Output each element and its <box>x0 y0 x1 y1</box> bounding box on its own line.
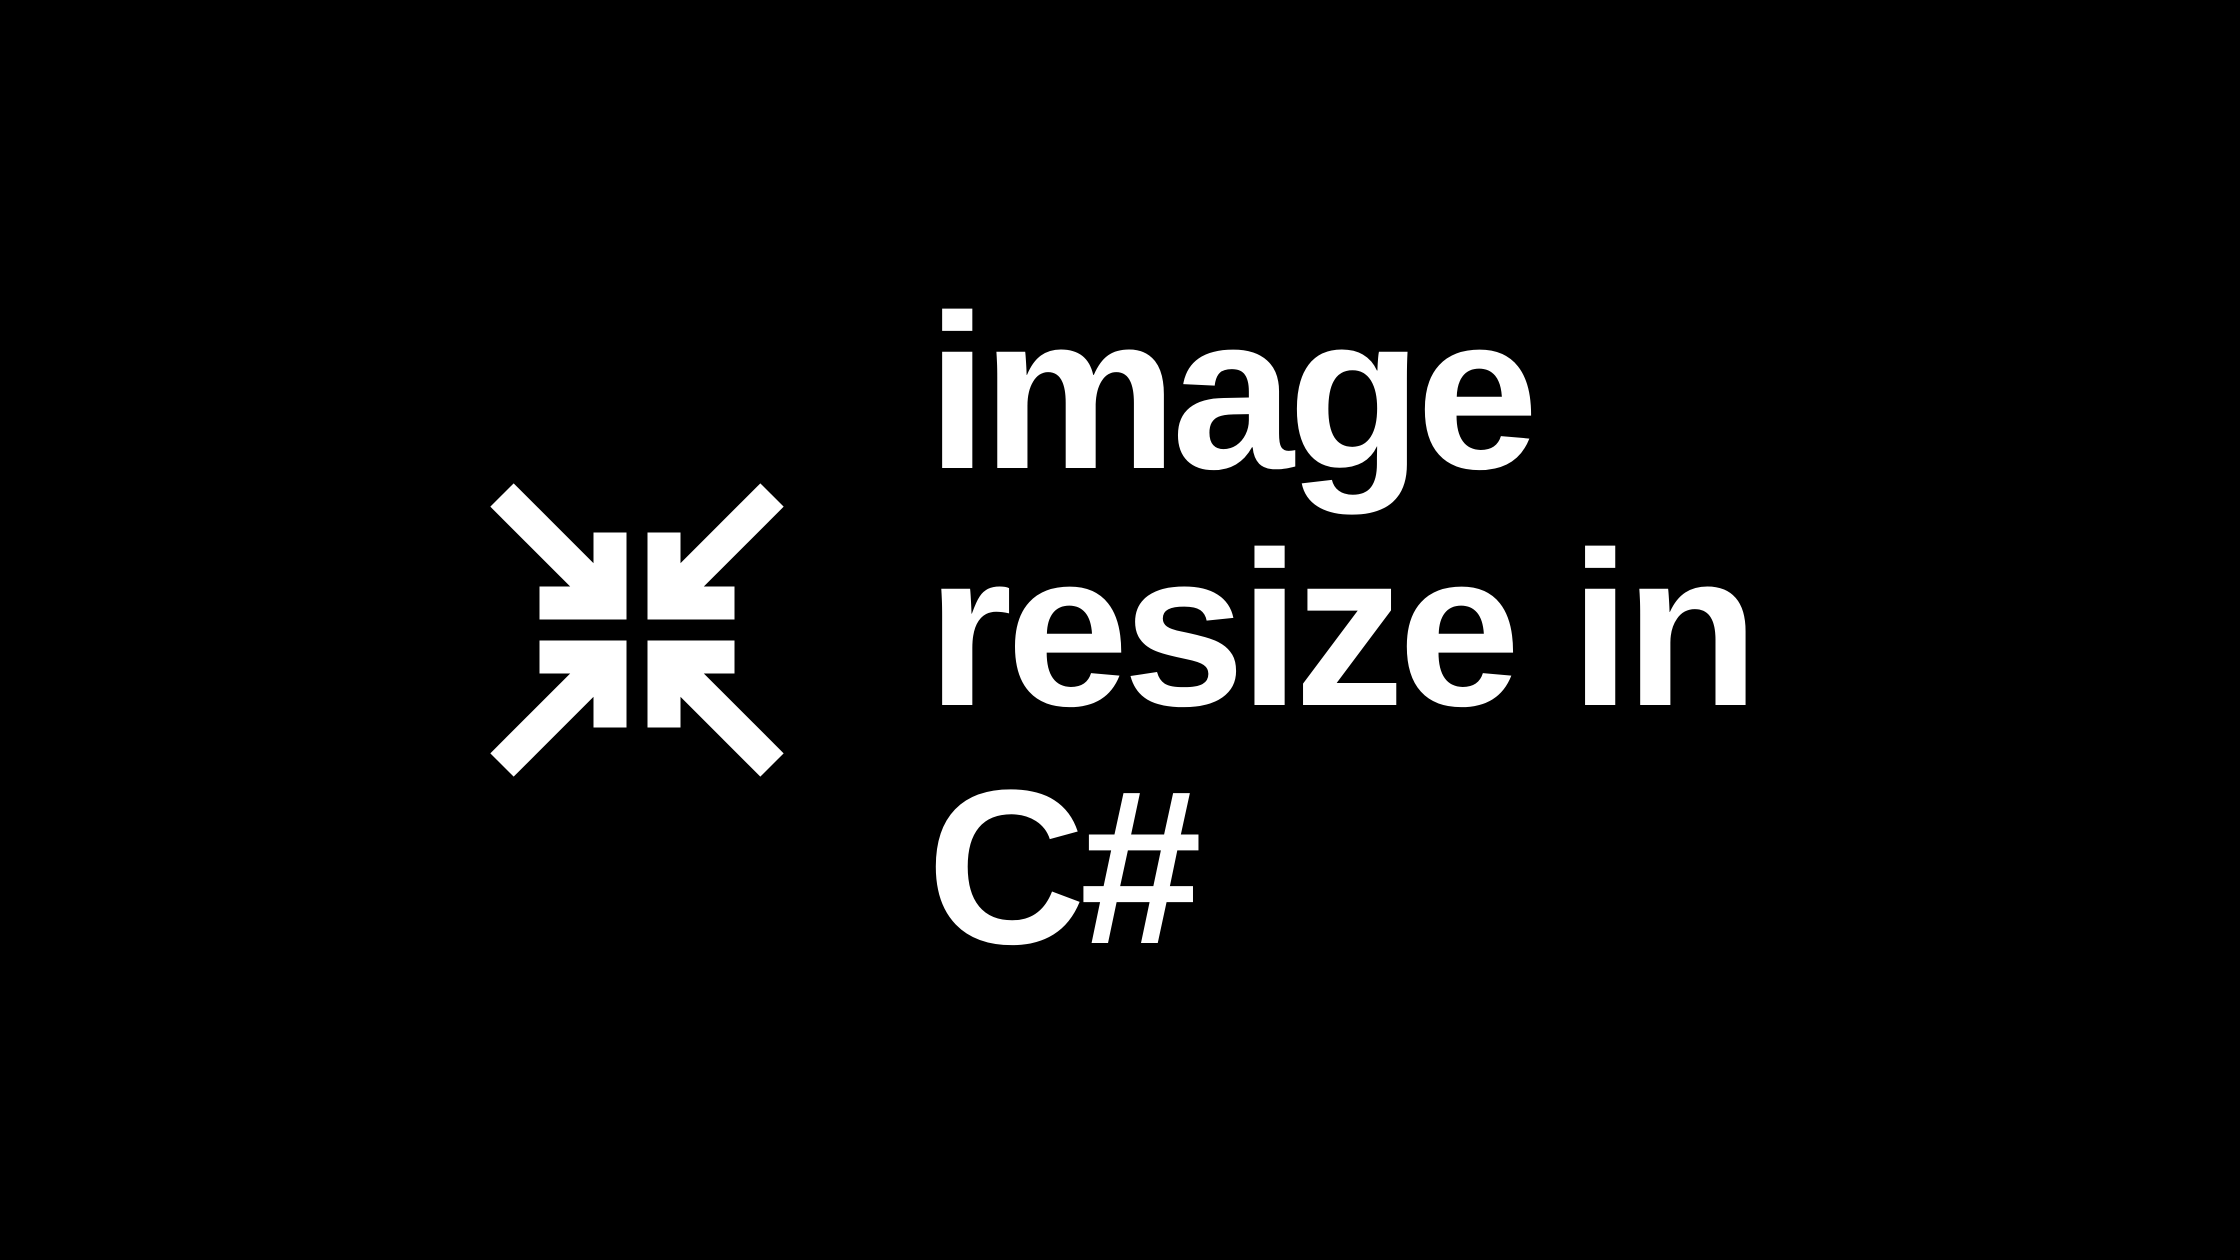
collapse-arrows-icon <box>487 480 787 780</box>
title-text: image resize in C# <box>927 274 1753 987</box>
title-card: image resize in C# <box>487 274 1753 987</box>
